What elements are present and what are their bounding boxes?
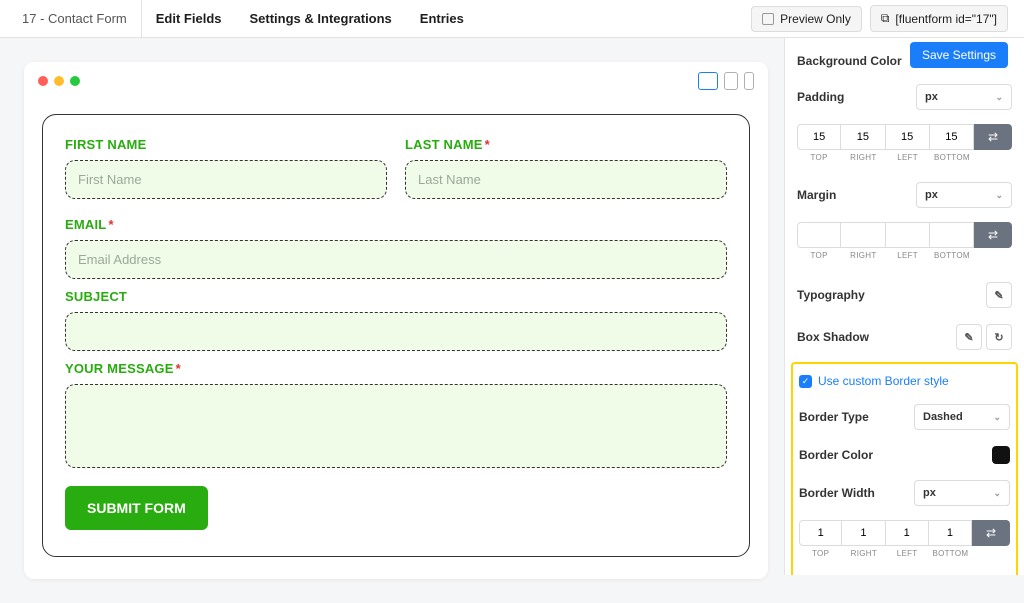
border-type-label: Border Type xyxy=(799,410,869,424)
copy-icon: ⧉ xyxy=(881,11,890,26)
window-dots xyxy=(38,76,80,86)
margin-left-input[interactable] xyxy=(886,222,930,248)
message-input[interactable] xyxy=(65,384,727,468)
typography-label: Typography xyxy=(797,288,865,302)
tab-edit-fields[interactable]: Edit Fields xyxy=(142,0,236,37)
padding-unit-select[interactable]: px⌄ xyxy=(916,84,1012,110)
shortcode-button[interactable]: ⧉ [fluentform id="17"] xyxy=(870,5,1008,32)
link-icon: ⇄ xyxy=(988,130,998,144)
border-width-right-input[interactable] xyxy=(842,520,885,546)
device-desktop[interactable] xyxy=(698,72,718,90)
device-tablet[interactable] xyxy=(724,72,738,90)
typography-edit-button[interactable]: ✎ xyxy=(986,282,1012,308)
boxshadow-edit-button[interactable]: ✎ xyxy=(956,324,982,350)
custom-border-label: Use custom Border style xyxy=(818,374,949,388)
border-width-left-input[interactable] xyxy=(886,520,929,546)
border-width-top-input[interactable] xyxy=(799,520,842,546)
padding-left-input[interactable] xyxy=(886,124,930,150)
padding-link-button[interactable]: ⇄ xyxy=(974,124,1012,150)
custom-border-checkbox[interactable]: ✓ xyxy=(799,375,812,388)
preview-checkbox[interactable] xyxy=(762,13,774,25)
boxshadow-label: Box Shadow xyxy=(797,330,869,344)
preview-stage: FIRST NAME LAST NAME* EMAIL* SUBJECT xyxy=(0,38,784,603)
save-settings-button[interactable]: Save Settings xyxy=(910,42,1008,68)
border-width-link-button[interactable]: ⇄ xyxy=(972,520,1010,546)
border-width-label: Border Width xyxy=(799,486,875,500)
last-name-input[interactable] xyxy=(405,160,727,199)
last-name-label: LAST NAME* xyxy=(405,137,727,152)
tab-entries[interactable]: Entries xyxy=(406,0,478,37)
margin-label: Margin xyxy=(797,188,836,202)
margin-right-input[interactable] xyxy=(841,222,885,248)
margin-link-button[interactable]: ⇄ xyxy=(974,222,1012,248)
chevron-down-icon: ⌄ xyxy=(993,412,1001,423)
bg-color-label: Background Color xyxy=(797,54,902,68)
email-input[interactable] xyxy=(65,240,727,279)
first-name-label: FIRST NAME xyxy=(65,137,387,152)
link-icon: ⇄ xyxy=(988,228,998,242)
border-color-swatch[interactable] xyxy=(992,446,1010,464)
border-width-bottom-input[interactable] xyxy=(929,520,972,546)
style-sidebar: Background Color Padding px⌄ TOP RIGHT L… xyxy=(784,38,1024,575)
shortcode-text: [fluentform id="17"] xyxy=(895,12,997,26)
border-type-select[interactable]: Dashed⌄ xyxy=(914,404,1010,430)
subject-input[interactable] xyxy=(65,312,727,351)
border-settings-highlight: ✓ Use custom Border style Border Type Da… xyxy=(791,362,1018,575)
margin-bottom-input[interactable] xyxy=(930,222,974,248)
padding-label: Padding xyxy=(797,90,844,104)
form-preview: FIRST NAME LAST NAME* EMAIL* SUBJECT xyxy=(42,114,750,557)
form-title: 17 - Contact Form xyxy=(8,0,142,37)
preview-label: Preview Only xyxy=(780,12,851,26)
chevron-down-icon: ⌄ xyxy=(995,190,1003,201)
top-bar: 17 - Contact Form Edit Fields Settings &… xyxy=(0,0,1024,38)
browser-frame: FIRST NAME LAST NAME* EMAIL* SUBJECT xyxy=(24,62,768,579)
device-phone[interactable] xyxy=(744,72,754,90)
link-icon: ⇄ xyxy=(986,526,996,540)
message-label: YOUR MESSAGE* xyxy=(65,361,727,376)
submit-button[interactable]: SUBMIT FORM xyxy=(65,486,208,530)
email-label: EMAIL* xyxy=(65,217,727,232)
tab-settings[interactable]: Settings & Integrations xyxy=(236,0,406,37)
border-color-label: Border Color xyxy=(799,448,873,462)
border-width-unit-select[interactable]: px⌄ xyxy=(914,480,1010,506)
boxshadow-reset-button[interactable]: ↻ xyxy=(986,324,1012,350)
subject-label: SUBJECT xyxy=(65,289,727,304)
chevron-down-icon: ⌄ xyxy=(995,92,1003,103)
first-name-input[interactable] xyxy=(65,160,387,199)
chevron-down-icon: ⌄ xyxy=(993,488,1001,499)
margin-unit-select[interactable]: px⌄ xyxy=(916,182,1012,208)
margin-top-input[interactable] xyxy=(797,222,841,248)
preview-only-button[interactable]: Preview Only xyxy=(751,6,862,32)
padding-top-input[interactable] xyxy=(797,124,841,150)
padding-bottom-input[interactable] xyxy=(930,124,974,150)
padding-right-input[interactable] xyxy=(841,124,885,150)
